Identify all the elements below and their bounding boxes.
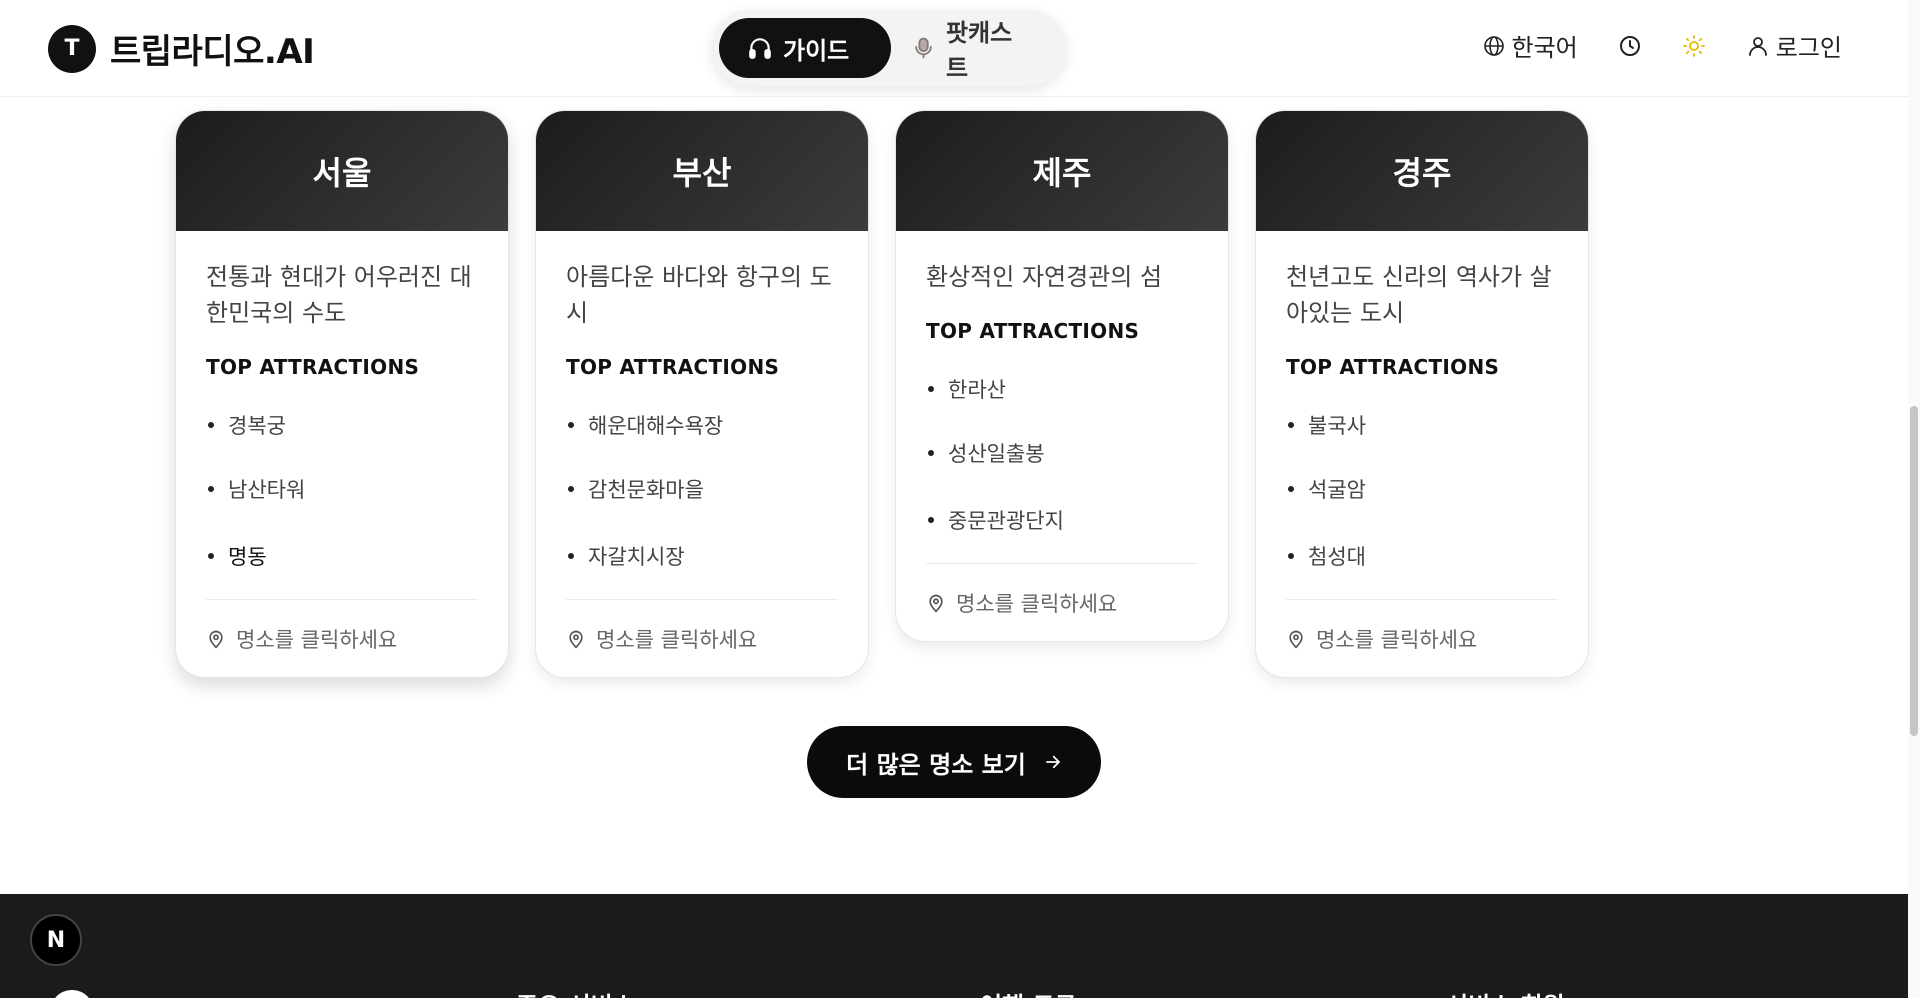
card-hint-text: 명소를 클릭하세요 [956,591,1118,616]
podcast-mode-button[interactable]: 팟캐스트 [891,18,1059,82]
card-hint-text: 명소를 클릭하세요 [1316,627,1478,652]
brand[interactable]: T 트립라디오.AI [48,24,315,73]
more-attractions-label: 더 많은 명소 보기 [846,750,1026,779]
city-title: 제주 [896,111,1228,231]
attraction-item[interactable]: 해운대해수욕장 [566,393,838,457]
card-hint-text: 명소를 클릭하세요 [596,627,758,652]
brand-name: 트립라디오.AI [110,32,315,72]
history-button[interactable] [1618,34,1642,58]
mode-switch: 가이드 팟캐스트 [712,10,1066,86]
microphone-icon [915,37,932,59]
attractions-list: 해운대해수욕장 감천문화마을 자갈치시장 [566,393,838,591]
theme-toggle[interactable] [1682,34,1706,58]
city-cards: 서울 전통과 현대가 어우러진 대한민국의 수도 TOP ATTRACTIONS… [175,110,1589,678]
attractions-list: 불국사 석굴암 첨성대 [1286,393,1558,591]
attractions-list: 경복궁 남산타워 명동 [206,393,478,591]
language-label: 한국어 [1511,34,1578,62]
city-card-gyeongju[interactable]: 경주 천년고도 신라의 역사가 살아있는 도시 TOP ATTRACTIONS … [1255,110,1589,678]
card-hint: 명소를 클릭하세요 [926,563,1198,641]
nextjs-badge[interactable]: N [30,914,82,966]
attractions-list: 한라산 성산일출봉 중문관광단지 [926,357,1198,555]
attractions-heading: TOP ATTRACTIONS [1286,355,1500,379]
city-card-jeju[interactable]: 제주 환상적인 자연경관의 섬 TOP ATTRACTIONS 한라산 성산일출… [895,110,1229,642]
footer-heading-membership: 서비스 회원 [1446,986,1565,998]
login-label: 로그인 [1775,34,1842,62]
card-hint-text: 명소를 클릭하세요 [236,627,398,652]
globe-icon [1483,35,1504,56]
attraction-item[interactable]: 석굴암 [1286,457,1558,521]
clock-icon [1619,35,1640,56]
headphones-icon [749,38,771,59]
city-title: 서울 [176,111,508,231]
city-description: 천년고도 신라의 역사가 살아있는 도시 [1286,263,1552,327]
map-pin-icon [569,630,583,648]
city-card-busan[interactable]: 부산 아름다운 바다와 항구의 도시 TOP ATTRACTIONS 해운대해수… [535,110,869,678]
guide-mode-button[interactable]: 가이드 [719,18,891,78]
city-description: 환상적인 자연경관의 섬 [926,263,1163,291]
attraction-item[interactable]: 성산일출봉 [926,421,1198,485]
attraction-item[interactable]: 자갈치시장 [566,521,838,591]
header-actions: 한국어 로그인 [1482,28,1842,63]
city-card-seoul[interactable]: 서울 전통과 현대가 어우러진 대한민국의 수도 TOP ATTRACTIONS… [175,110,509,678]
brand-logo: T [48,24,96,73]
attraction-item[interactable]: 명동 [206,521,478,591]
city-title: 경주 [1256,111,1588,231]
top-nav: T 트립라디오.AI 가이드 팟캐스트 한국어 로그인 [0,0,1908,97]
scrollbar-thumb[interactable] [1910,406,1918,736]
attraction-item[interactable]: 경복궁 [206,393,478,457]
attraction-item[interactable]: 감천문화마을 [566,457,838,521]
footer-logo [50,990,94,998]
attractions-heading: TOP ATTRACTIONS [206,355,420,379]
login-button[interactable]: 로그인 [1746,28,1842,63]
map-pin-icon [1289,630,1303,648]
attraction-item[interactable]: 불국사 [1286,393,1558,457]
city-description: 전통과 현대가 어우러진 대한민국의 수도 [206,263,472,327]
city-description: 아름다운 바다와 항구의 도시 [566,263,832,327]
arrow-right-icon [1045,755,1060,769]
attraction-item[interactable]: 남산타워 [206,457,478,521]
attraction-item[interactable]: 중문관광단지 [926,485,1198,555]
city-title: 부산 [536,111,868,231]
language-selector[interactable]: 한국어 [1482,28,1578,63]
map-pin-icon [929,594,943,612]
card-hint: 명소를 클릭하세요 [206,599,478,677]
attractions-heading: TOP ATTRACTIONS [566,355,780,379]
user-icon [1748,36,1767,56]
map-pin-icon [209,630,223,648]
attraction-item[interactable]: 첨성대 [1286,521,1558,591]
sun-icon [1682,34,1705,57]
guide-mode-label: 가이드 [783,36,850,65]
podcast-mode-label: 팟캐스트 [945,19,1013,82]
attractions-heading: TOP ATTRACTIONS [926,319,1140,343]
footer-heading-tools: 여행 도구 [980,986,1077,998]
more-attractions-button[interactable]: 더 많은 명소 보기 [807,726,1101,798]
card-hint: 명소를 클릭하세요 [566,599,838,677]
footer-heading-services: 주요 서비스 [516,986,635,998]
card-hint: 명소를 클릭하세요 [1286,599,1558,677]
site-footer: 주요 서비스 여행 도구 서비스 회원 [0,894,1908,998]
attraction-item[interactable]: 한라산 [926,357,1198,421]
